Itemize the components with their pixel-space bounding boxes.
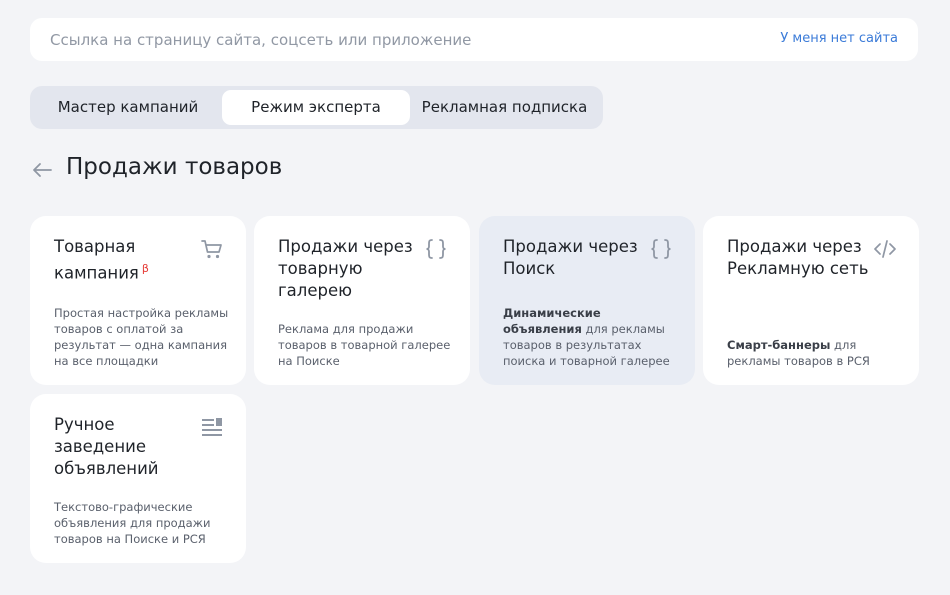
card-product-campaign[interactable]: Товарная кампания β Простая настройка рек… — [30, 216, 246, 385]
card-search-sales[interactable]: Продажи через Поиск Динамические объявле… — [479, 216, 695, 385]
text-image-icon — [202, 418, 222, 436]
card-description: Текстово-графические объявления для прод… — [54, 500, 211, 546]
url-input[interactable] — [30, 18, 770, 61]
card-manual-ads[interactable]: Ручное заведение объявлений Текстово-гра… — [30, 394, 246, 563]
tab-expert-mode[interactable]: Режим эксперта — [222, 90, 410, 125]
card-title: Продажи через товарную галерею — [278, 237, 413, 300]
page-title: Продажи товаров — [66, 154, 283, 180]
card-description: Смарт-баннеры для рекламы товаров в РСЯ — [727, 338, 870, 368]
tab-ad-subscription[interactable]: Рекламная подписка — [410, 90, 599, 125]
cart-icon — [201, 240, 222, 259]
back-arrow-icon[interactable] — [30, 158, 54, 182]
code-icon — [874, 240, 896, 258]
curly-braces-icon — [651, 239, 671, 259]
curly-braces-icon — [426, 239, 446, 259]
no-site-link[interactable]: У меня нет сайта — [780, 31, 898, 46]
card-gallery-sales[interactable]: Продажи через товарную галерею Реклама д… — [254, 216, 470, 385]
description-highlight: Смарт-баннеры — [727, 338, 831, 352]
card-description: Реклама для продажи товаров в товарной г… — [278, 322, 451, 368]
tab-campaign-master[interactable]: Мастер кампаний — [34, 90, 222, 125]
card-title: Ручное заведение объявлений — [54, 415, 159, 478]
card-description: Простая настройка рекламы товаров с опла… — [54, 306, 229, 368]
mode-tabs: Мастер кампаний Режим эксперта Рекламная… — [30, 86, 603, 129]
card-description: Динамические объявления для рекламы това… — [503, 306, 670, 368]
card-network-sales[interactable]: Продажи через Рекламную сеть Смарт-банне… — [703, 216, 919, 385]
card-title: Товарная кампания β — [54, 237, 149, 283]
url-bar: У меня нет сайта — [30, 18, 918, 61]
card-title: Продажи через Рекламную сеть — [727, 237, 869, 278]
card-title: Продажи через Поиск — [503, 237, 638, 278]
beta-badge: β — [141, 262, 149, 275]
